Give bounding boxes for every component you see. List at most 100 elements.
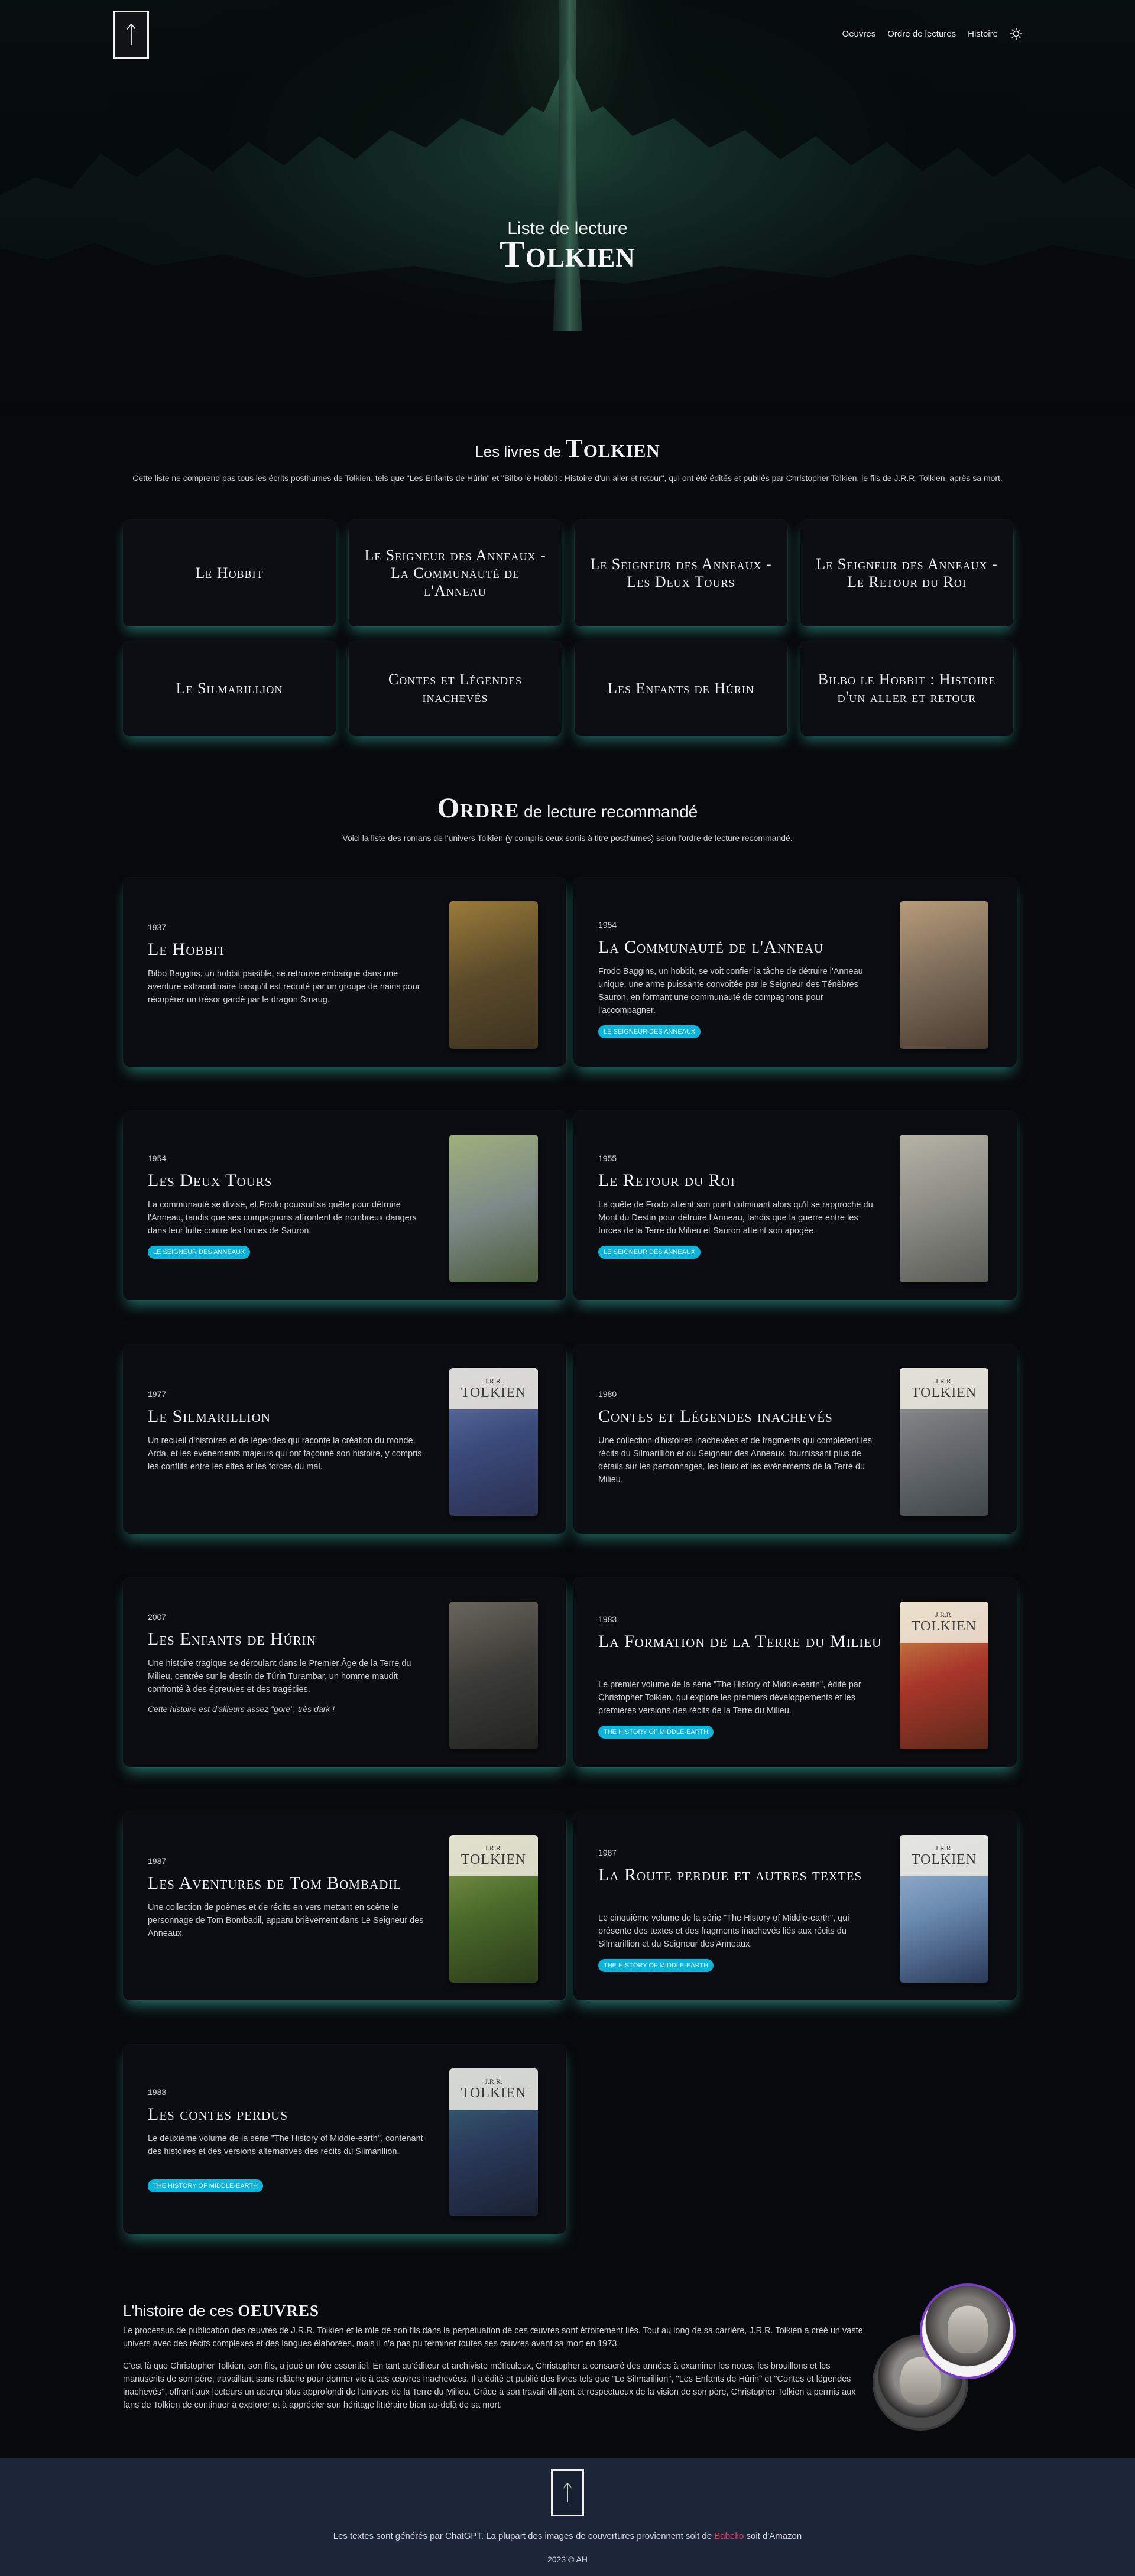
book-cover-image[interactable] <box>900 901 988 1049</box>
history-paragraph-1: Le processus de publication des œuvres d… <box>123 2326 863 2348</box>
card-description: Le deuxième volume de la série "The Hist… <box>148 2134 423 2156</box>
card-title[interactable]: Les Enfants de Húrin <box>148 1630 432 1649</box>
card-description: La communauté se divise, et Frodo poursu… <box>148 1200 417 1236</box>
card-title[interactable]: Le Retour du Roi <box>598 1171 882 1190</box>
book-card[interactable]: 1983 La Formation de la Terre du Milieu Le… <box>573 1578 1017 1767</box>
nav-oeuvres[interactable]: Oeuvres <box>842 29 876 39</box>
card-year: 1955 <box>598 1154 617 1163</box>
card-year: 1983 <box>148 2087 167 2097</box>
hero-banner <box>0 0 1135 417</box>
books-heading: Les livres de Tolkien <box>0 433 1135 463</box>
book-card[interactable]: 1987 La Route perdue et autres textes Le c… <box>573 1811 1017 2000</box>
cover-author-initials: J.R.R. <box>935 1610 953 1619</box>
cover-author: J.R.R. TOLKIEN <box>900 1602 988 1643</box>
book-cover-image[interactable] <box>449 1135 538 1282</box>
footer-copyright: 2023 © AH <box>547 2555 588 2564</box>
series-badge[interactable]: The History of Middle-earth <box>598 1726 714 1739</box>
cover-author: J.R.R. TOLKIEN <box>449 1368 538 1409</box>
card-year: 1937 <box>148 922 167 932</box>
book-tile[interactable]: Le Seigneur des Anneaux - La Communauté … <box>349 520 562 626</box>
jrr-tolkien-avatar <box>920 2283 1016 2379</box>
site-logo[interactable]: ᛏ <box>114 11 149 59</box>
cover-author-name: TOLKIEN <box>911 1619 977 1634</box>
cover-author: J.R.R. TOLKIEN <box>449 2068 538 2110</box>
card-year: 1954 <box>148 1154 167 1163</box>
card-description: La quête de Frodo atteint son point culm… <box>598 1200 873 1236</box>
book-card[interactable]: 1955 Le Retour du Roi La quête de Frodo at… <box>573 1111 1017 1300</box>
book-card[interactable]: 1977 Le Silmarillion Un recueil d'histoire… <box>123 1344 566 1534</box>
card-description: Frodo Baggins, un hobbit, se voit confie… <box>598 967 863 1015</box>
card-description: Un recueil d'histoires et de légendes qu… <box>148 1436 422 1471</box>
cover-author: J.R.R. TOLKIEN <box>900 1835 988 1876</box>
cover-author: J.R.R. TOLKIEN <box>900 1368 988 1409</box>
card-title[interactable]: Contes et Légendes inachevés <box>598 1407 882 1426</box>
book-cover-image[interactable] <box>449 1602 538 1749</box>
history-heading-big: oeuvres <box>238 2296 319 2321</box>
cover-author-initials: J.R.R. <box>485 1377 502 1385</box>
footer-text-before: Les textes sont générés par ChatGPT. La … <box>333 2531 712 2541</box>
book-card[interactable]: 1987 Les Aventures de Tom Bombadil Une col… <box>123 1811 566 2000</box>
nav-histoire[interactable]: Histoire <box>968 29 998 39</box>
book-cover-image[interactable]: J.R.R. TOLKIEN <box>449 1835 538 1983</box>
books-heading-big: Tolkien <box>565 434 660 463</box>
book-card[interactable]: 1937 Le Hobbit Bilbo Baggins, un hobbit pa… <box>123 878 566 1067</box>
history-paragraph-2: C'est là que Christopher Tolkien, son fi… <box>123 2361 856 2410</box>
order-heading-big: Ordre <box>437 792 520 824</box>
book-card[interactable]: 2007 Les Enfants de Húrin Une histoire tra… <box>123 1578 566 1767</box>
series-badge[interactable]: Le Seigneur des Anneaux <box>148 1246 251 1259</box>
footer-text-after: soit d'Amazon <box>746 2531 802 2541</box>
card-year: 1987 <box>598 1848 617 1857</box>
cover-author: J.R.R. TOLKIEN <box>449 1835 538 1876</box>
book-cover-image[interactable]: J.R.R. TOLKIEN <box>449 1368 538 1516</box>
card-title[interactable]: Les contes perdus <box>148 2105 432 2124</box>
card-description: Une collection de poèmes et de récits en… <box>148 1903 424 1938</box>
cover-author-initials: J.R.R. <box>935 1844 953 1852</box>
series-badge[interactable]: Le Seigneur des Anneaux <box>598 1246 701 1259</box>
card-year: 1977 <box>148 1389 167 1399</box>
sun-icon[interactable] <box>1010 27 1023 40</box>
book-cover-image[interactable]: J.R.R. TOLKIEN <box>449 2068 538 2216</box>
cover-author-name: TOLKIEN <box>461 1385 527 1401</box>
card-title[interactable]: Le Hobbit <box>148 940 432 959</box>
cover-author-name: TOLKIEN <box>911 1385 977 1401</box>
card-title[interactable]: Les Aventures de Tom Bombadil <box>148 1874 432 1893</box>
book-tile[interactable]: Les Enfants de Húrin <box>575 641 787 736</box>
book-tile[interactable]: Le Seigneur des Anneaux - Les Deux Tours <box>575 520 787 626</box>
cover-author-initials: J.R.R. <box>485 1844 502 1852</box>
card-description: Le cinquième volume de la série "The His… <box>598 1914 849 1949</box>
card-title[interactable]: La Formation de la Terre du Milieu <box>598 1632 882 1651</box>
card-title[interactable]: La Route perdue et autres textes <box>598 1866 882 1885</box>
book-cover-image[interactable]: J.R.R. TOLKIEN <box>900 1602 988 1749</box>
book-tile[interactable]: Le Hobbit <box>123 520 336 626</box>
footer-logo[interactable]: ᛏ <box>551 2469 584 2516</box>
book-tile[interactable]: Le Silmarillion <box>123 641 336 736</box>
card-year: 1954 <box>598 920 617 930</box>
book-card[interactable]: 1954 Les Deux Tours La communauté se divis… <box>123 1111 566 1300</box>
cover-author-initials: J.R.R. <box>485 2077 502 2086</box>
card-title[interactable]: Les Deux Tours <box>148 1171 432 1190</box>
history-heading-prefix: L'histoire de ces <box>123 2302 234 2320</box>
card-title[interactable]: Le Silmarillion <box>148 1407 432 1426</box>
book-card[interactable]: 1983 Les contes perdus Le deuxième volume … <box>123 2045 566 2234</box>
book-cover-image[interactable]: J.R.R. TOLKIEN <box>900 1835 988 1983</box>
series-badge[interactable]: The History of Middle-earth <box>598 1959 714 1972</box>
book-cover-image[interactable] <box>449 901 538 1049</box>
card-title[interactable]: La Communauté de l'Anneau <box>598 938 882 957</box>
book-cover-image[interactable] <box>900 1135 988 1282</box>
cover-author-name: TOLKIEN <box>461 1852 527 1867</box>
cover-author-name: TOLKIEN <box>911 1852 977 1867</box>
nav-ordre-de-lectures[interactable]: Ordre de lectures <box>887 29 956 39</box>
book-tile[interactable]: Le Seigneur des Anneaux - Le Retour du R… <box>800 520 1013 626</box>
book-tile[interactable]: Contes et Légendes inachevés <box>349 641 562 736</box>
book-tile[interactable]: Bilbo le Hobbit : Histoire d'un aller et… <box>800 641 1013 736</box>
card-description: Bilbo Baggins, un hobbit paisible, se re… <box>148 969 420 1005</box>
books-heading-prefix: Les livres de <box>475 443 562 460</box>
babelio-link[interactable]: Babelio <box>714 2531 744 2541</box>
book-cover-image[interactable]: J.R.R. TOLKIEN <box>900 1368 988 1516</box>
series-badge[interactable]: The History of Middle-earth <box>148 2179 264 2192</box>
book-card[interactable]: 1980 Contes et Légendes inachevés Une coll… <box>573 1344 1017 1534</box>
history-heading: L'histoire de ces oeuvres <box>123 2296 319 2322</box>
book-card[interactable]: 1954 La Communauté de l'Anneau Frodo Baggi… <box>573 878 1017 1067</box>
footer-credits: Les textes sont générés par ChatGPT. La … <box>0 2531 1135 2541</box>
series-badge[interactable]: Le Seigneur des Anneaux <box>598 1025 701 1038</box>
